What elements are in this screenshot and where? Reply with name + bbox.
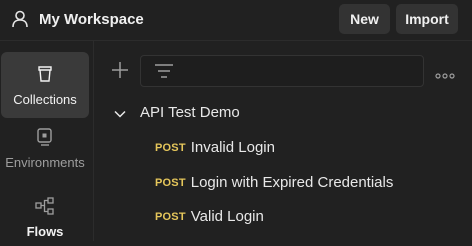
plus-icon[interactable] — [111, 61, 129, 79]
header-bar: My Workspace New Import — [0, 0, 472, 41]
collection-name: API Test Demo — [140, 104, 240, 121]
method-badge: POST — [155, 141, 186, 154]
collections-panel: API Test Demo POST Invalid Login POST Lo… — [94, 41, 472, 241]
search-input[interactable] — [140, 55, 424, 87]
chevron-down-icon[interactable] — [114, 107, 126, 119]
sidebar-item-environments[interactable]: Environments — [1, 127, 89, 177]
trash-bin-icon — [35, 64, 55, 84]
sidebar-item-flows[interactable]: Flows — [1, 196, 89, 246]
request-name: Invalid Login — [190, 139, 275, 156]
new-button[interactable]: New — [339, 4, 390, 34]
workspace-title: My Workspace — [39, 10, 144, 28]
request-item[interactable]: POST Invalid Login — [155, 139, 275, 156]
import-button[interactable]: Import — [396, 4, 458, 34]
request-item[interactable]: POST Valid Login — [155, 208, 264, 225]
user-icon — [10, 9, 30, 29]
filter-icon[interactable] — [155, 63, 173, 79]
request-name: Valid Login — [190, 208, 264, 225]
request-item[interactable]: POST Login with Expired Credentials — [155, 174, 393, 191]
flows-icon — [35, 196, 55, 216]
more-icon[interactable] — [435, 66, 455, 79]
sidebar-item-label: Flows — [26, 224, 64, 239]
workspace-switcher[interactable]: My Workspace — [10, 9, 144, 29]
collection-item[interactable]: API Test Demo — [114, 104, 240, 121]
sidebar-item-label: Collections — [13, 91, 77, 107]
sidebar: Collections Environments Flows — [0, 41, 94, 241]
method-badge: POST — [155, 210, 186, 223]
request-name: Login with Expired Credentials — [190, 174, 394, 191]
method-badge: POST — [155, 176, 186, 189]
sidebar-item-label: Environments — [5, 155, 85, 170]
sidebar-item-collections[interactable]: Collections — [1, 52, 89, 118]
environment-icon — [35, 127, 55, 147]
